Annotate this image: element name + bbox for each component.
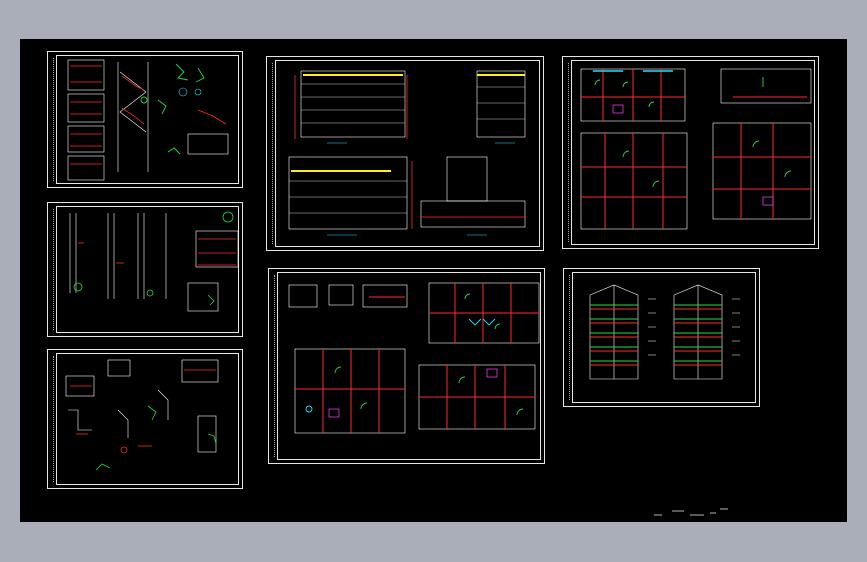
node-details-sheet[interactable] bbox=[47, 349, 243, 489]
wall-sections-drawing bbox=[589, 284, 740, 380]
elevations-sheet[interactable] bbox=[266, 56, 544, 251]
drawing-viewport[interactable] bbox=[20, 39, 847, 522]
section-details-drawing bbox=[69, 211, 239, 312]
stair-details-drawing bbox=[67, 59, 229, 181]
stair-details-sheet[interactable] bbox=[47, 51, 243, 188]
wall-sections-sheet[interactable] bbox=[563, 268, 760, 407]
stray-annotation-marks bbox=[654, 508, 728, 516]
floor-plans-sheet[interactable] bbox=[562, 56, 819, 249]
floor-plans-drawing bbox=[580, 68, 812, 230]
section-details-sheet[interactable] bbox=[47, 202, 243, 337]
unit-plans-drawing bbox=[288, 282, 540, 434]
unit-plans-sheet[interactable] bbox=[268, 268, 545, 464]
node-details-drawing bbox=[65, 359, 219, 471]
elevations-drawing bbox=[288, 70, 526, 236]
